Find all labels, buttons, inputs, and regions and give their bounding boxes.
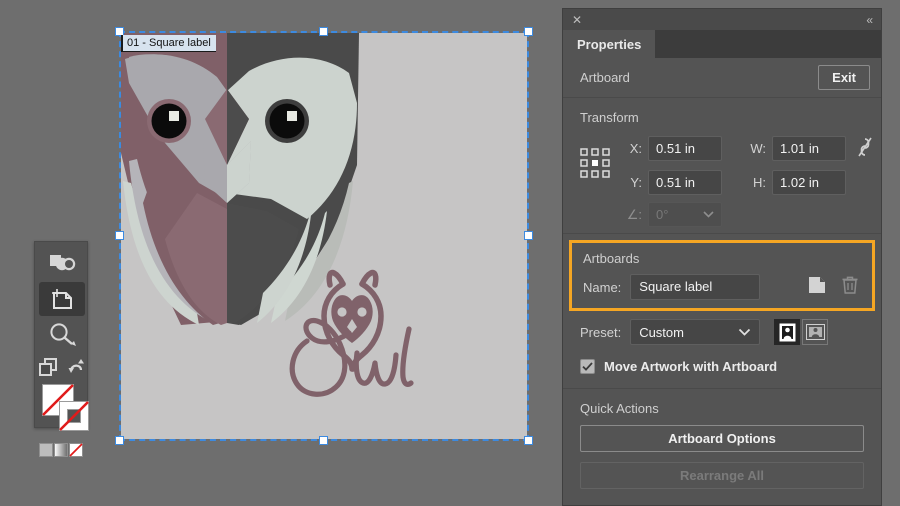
owl-illustration xyxy=(121,33,527,439)
exit-button[interactable]: Exit xyxy=(818,65,870,90)
trash-icon[interactable] xyxy=(842,276,858,299)
close-icon[interactable]: ✕ xyxy=(572,14,582,26)
landscape-icon xyxy=(805,324,825,340)
illustrator-window: 01 - Square label ✕ « Properties Artboar… xyxy=(0,0,900,506)
zoom-tool-glyph xyxy=(50,323,76,346)
swap-arrow-glyph xyxy=(68,359,84,373)
checkmark-icon xyxy=(582,362,593,371)
broken-link-glyph xyxy=(858,137,872,157)
canvas-area[interactable]: 01 - Square label xyxy=(0,0,556,506)
artboard[interactable]: 01 - Square label xyxy=(121,33,527,439)
transform-section: Transform X: 0.51 in W: 1.01 in Y: 0.51 … xyxy=(563,98,881,233)
handle-bottom-right[interactable] xyxy=(524,436,533,445)
color-mode-swatches[interactable] xyxy=(35,443,87,457)
color-swatch-icon[interactable] xyxy=(39,443,53,457)
none-swatch-icon[interactable] xyxy=(69,443,83,457)
y-input[interactable]: 0.51 in xyxy=(648,170,722,195)
fill-stroke-control[interactable] xyxy=(35,384,89,440)
artboards-section: Artboards Name: Square label xyxy=(569,240,875,311)
tab-properties[interactable]: Properties xyxy=(563,30,656,58)
broken-link-icon[interactable] xyxy=(856,136,874,163)
handle-top-right[interactable] xyxy=(524,27,533,36)
x-label: X: xyxy=(629,141,642,156)
quick-actions-title: Quick Actions xyxy=(580,401,659,416)
artboard-stack-icon[interactable] xyxy=(35,246,89,280)
reference-point-glyph xyxy=(580,148,610,178)
reference-point-grid-icon[interactable] xyxy=(580,148,612,183)
new-artboard-icon[interactable] xyxy=(808,276,826,299)
preset-row: Preset: Custom xyxy=(563,311,881,345)
artboard-name-row: Name: Square label xyxy=(572,274,872,300)
tab-properties-label: Properties xyxy=(577,36,642,52)
chevron-down-icon xyxy=(703,211,714,218)
shape-builder-glyph xyxy=(38,358,57,376)
chevron-down-icon xyxy=(739,328,751,336)
preset-label: Preset: xyxy=(580,324,622,340)
artboards-title: Artboards xyxy=(583,251,640,266)
collapse-icon[interactable]: « xyxy=(866,14,873,26)
artboard-selection[interactable]: 01 - Square label xyxy=(115,27,533,445)
rotate-value: 0° xyxy=(656,207,669,222)
preset-value: Custom xyxy=(639,324,684,340)
move-artwork-label: Move Artwork with Artboard xyxy=(604,359,778,374)
tools-panel[interactable] xyxy=(34,241,89,457)
h-label: H: xyxy=(753,175,766,190)
shape-builder-icon[interactable] xyxy=(35,352,62,382)
orientation-portrait-button[interactable] xyxy=(774,319,801,345)
artboard-tool-icon[interactable] xyxy=(39,282,85,316)
swap-arrow-icon[interactable] xyxy=(62,352,89,382)
name-label: Name: xyxy=(583,279,622,295)
artboard-name-input[interactable]: Square label xyxy=(630,274,761,300)
artboard-name-label: 01 - Square label xyxy=(121,35,216,52)
move-artwork-checkbox[interactable] xyxy=(580,359,595,374)
panel-titlebar: ✕ « xyxy=(563,9,881,30)
transform-title: Transform xyxy=(580,110,639,125)
x-input[interactable]: 0.51 in xyxy=(648,136,722,161)
artboard-stack-glyph xyxy=(50,255,76,271)
zoom-tool-icon[interactable] xyxy=(35,318,89,352)
move-artwork-row[interactable]: Move Artwork with Artboard xyxy=(563,345,881,388)
stroke-swatch-none-icon[interactable] xyxy=(59,401,89,431)
trash-glyph xyxy=(842,276,858,294)
rotate-label: ∠: xyxy=(626,206,642,222)
new-artboard-glyph xyxy=(809,276,825,293)
orientation-landscape-button[interactable] xyxy=(802,319,829,345)
artboard-options-button[interactable]: Artboard Options xyxy=(580,425,864,452)
artboard-tool-glyph xyxy=(52,289,72,309)
toolbar-row-shapebuilder xyxy=(35,352,89,382)
properties-panel: ✕ « Properties Artboard Exit Transform X… xyxy=(562,8,882,506)
portrait-icon xyxy=(779,323,796,341)
orientation-group[interactable] xyxy=(774,319,829,345)
rearrange-all-button: Rearrange All xyxy=(580,462,864,489)
tabstrip-filler xyxy=(655,30,881,58)
w-input[interactable]: 1.01 in xyxy=(772,136,846,161)
divider-2 xyxy=(563,233,881,234)
h-input[interactable]: 1.02 in xyxy=(772,170,846,195)
handle-bottom-center[interactable] xyxy=(319,436,328,445)
handle-middle-left[interactable] xyxy=(115,231,124,240)
y-label: Y: xyxy=(630,175,642,190)
gradient-swatch-icon[interactable] xyxy=(54,443,68,457)
handle-bottom-left[interactable] xyxy=(115,436,124,445)
rotate-input: 0° xyxy=(648,202,722,227)
object-type-label: Artboard xyxy=(580,70,630,85)
preset-select[interactable]: Custom xyxy=(630,319,761,345)
object-type-row: Artboard Exit xyxy=(563,58,881,97)
w-label: W: xyxy=(750,141,766,156)
handle-middle-right[interactable] xyxy=(524,231,533,240)
handle-top-center[interactable] xyxy=(319,27,328,36)
panel-tabstrip: Properties xyxy=(563,30,881,58)
